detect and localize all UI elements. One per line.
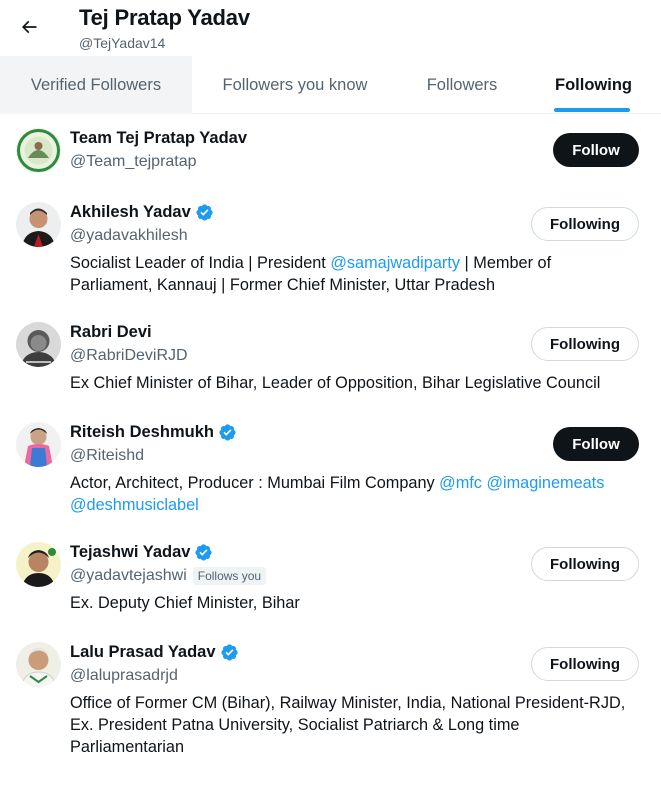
user-bio: Actor, Architect, Producer : Mumbai Film… (70, 472, 630, 516)
avatar-image (16, 542, 61, 587)
following-button[interactable]: Following (531, 207, 639, 241)
avatar[interactable] (16, 202, 61, 247)
avatar[interactable] (16, 422, 61, 467)
user-handle[interactable]: @yadavtejashwi (70, 567, 187, 585)
handle-line: @RabriDeviRJD (70, 347, 188, 365)
mention-link[interactable]: @mfc (439, 474, 482, 492)
page-handle: @TejYadav14 (79, 35, 166, 51)
user-bio: Ex Chief Minister of Bihar, Leader of Op… (70, 372, 630, 394)
page-title: Tej Pratap Yadav (79, 5, 250, 30)
verified-badge-icon (219, 424, 236, 441)
user-handle[interactable]: @yadavakhilesh (70, 227, 188, 245)
name-line: Lalu Prasad Yadav (70, 643, 239, 662)
avatar-image (16, 202, 61, 247)
bio-text: Office of Former CM (Bihar), Railway Min… (70, 694, 626, 756)
avatar-image (16, 422, 61, 467)
avatar[interactable] (16, 128, 61, 173)
user-handle[interactable]: @RabriDeviRJD (70, 347, 188, 365)
handle-line: @laluprasadrjd (70, 667, 178, 685)
follow-button[interactable]: Follow (553, 427, 639, 461)
active-tab-indicator (554, 108, 630, 112)
user-bio: Ex. Deputy Chief Minister, Bihar (70, 592, 630, 614)
arrow-left-icon (21, 20, 37, 34)
name-line: Team Tej Pratap Yadav (70, 129, 247, 148)
list-item[interactable]: Lalu Prasad Yadav @laluprasadrjd Office … (0, 628, 661, 778)
user-name[interactable]: Riteish Deshmukh (70, 423, 214, 442)
handle-line: @Riteishd (70, 447, 144, 465)
name-line: Rabri Devi (70, 323, 152, 342)
profile-header: Tej Pratap Yadav @TejYadav14 (0, 0, 661, 56)
bio-text: Actor, Architect, Producer : Mumbai Film… (70, 474, 440, 492)
following-button[interactable]: Following (531, 647, 639, 681)
handle-line: @Team_tejpratap (70, 153, 197, 171)
name-line: Riteish Deshmukh (70, 423, 237, 442)
follow-button[interactable]: Follow (553, 133, 639, 167)
user-bio: Office of Former CM (Bihar), Railway Min… (70, 692, 630, 758)
user-name[interactable]: Team Tej Pratap Yadav (70, 129, 247, 148)
back-button[interactable] (12, 10, 46, 44)
verified-badge-icon (196, 204, 213, 221)
follows-you-badge: Follows you (192, 567, 267, 585)
following-button[interactable]: Following (531, 547, 639, 581)
mention-link[interactable]: @deshmusiclabel (70, 496, 199, 514)
handle-line: @yadavakhilesh (70, 227, 188, 245)
tab-bar: Verified Followers Followers you know Fo… (0, 56, 661, 114)
tab-label: Following (555, 75, 632, 94)
verified-badge-icon (195, 544, 213, 561)
tab-label: Followers you know (222, 75, 368, 94)
user-name[interactable]: Rabri Devi (70, 323, 152, 342)
avatar-image (16, 642, 61, 687)
avatar-image (16, 322, 61, 367)
user-name[interactable]: Lalu Prasad Yadav (70, 643, 216, 662)
user-handle[interactable]: @Team_tejpratap (70, 153, 197, 171)
mention-link[interactable]: @samajwadiparty (330, 254, 460, 272)
bio-text: Socialist Leader of India | President (70, 254, 331, 272)
handle-line: @yadavtejashwi Follows you (70, 567, 267, 585)
tab-verified-followers[interactable]: Verified Followers (0, 56, 192, 114)
avatar[interactable] (16, 322, 61, 367)
list-item[interactable]: Riteish Deshmukh @Riteishd Actor, Archit… (0, 408, 661, 528)
user-bio: Socialist Leader of India | President @s… (70, 252, 630, 296)
list-item[interactable]: Akhilesh Yadav @yadavakhilesh Socialist … (0, 188, 661, 308)
list-item[interactable]: Team Tej Pratap Yadav @Team_tejpratap Fo… (0, 114, 661, 188)
tab-label: Verified Followers (30, 75, 162, 94)
user-name[interactable]: Akhilesh Yadav (70, 203, 191, 222)
avatar-image (16, 128, 61, 173)
user-handle[interactable]: @Riteishd (70, 447, 144, 465)
tab-followers-you-know[interactable]: Followers you know (192, 56, 398, 114)
tab-followers[interactable]: Followers (398, 56, 526, 114)
bio-text: Ex Chief Minister of Bihar, Leader of Op… (70, 374, 601, 392)
mention-link[interactable]: @imaginemeats (486, 474, 604, 492)
avatar[interactable] (16, 642, 61, 687)
avatar[interactable] (16, 542, 61, 587)
list-item[interactable]: Rabri Devi @RabriDeviRJD Ex Chief Minist… (0, 308, 661, 408)
user-name[interactable]: Tejashwi Yadav (70, 543, 190, 562)
user-handle[interactable]: @laluprasadrjd (70, 667, 178, 685)
tab-following[interactable]: Following (526, 56, 661, 114)
bio-text: Ex. Deputy Chief Minister, Bihar (70, 594, 300, 612)
name-line: Tejashwi Yadav (70, 543, 213, 562)
verified-badge-icon (220, 644, 238, 661)
tab-label: Followers (426, 75, 498, 94)
list-item[interactable]: Tejashwi Yadav @yadavtejashwi Follows yo… (0, 528, 661, 628)
following-button[interactable]: Following (531, 327, 639, 361)
name-line: Akhilesh Yadav (70, 203, 214, 222)
